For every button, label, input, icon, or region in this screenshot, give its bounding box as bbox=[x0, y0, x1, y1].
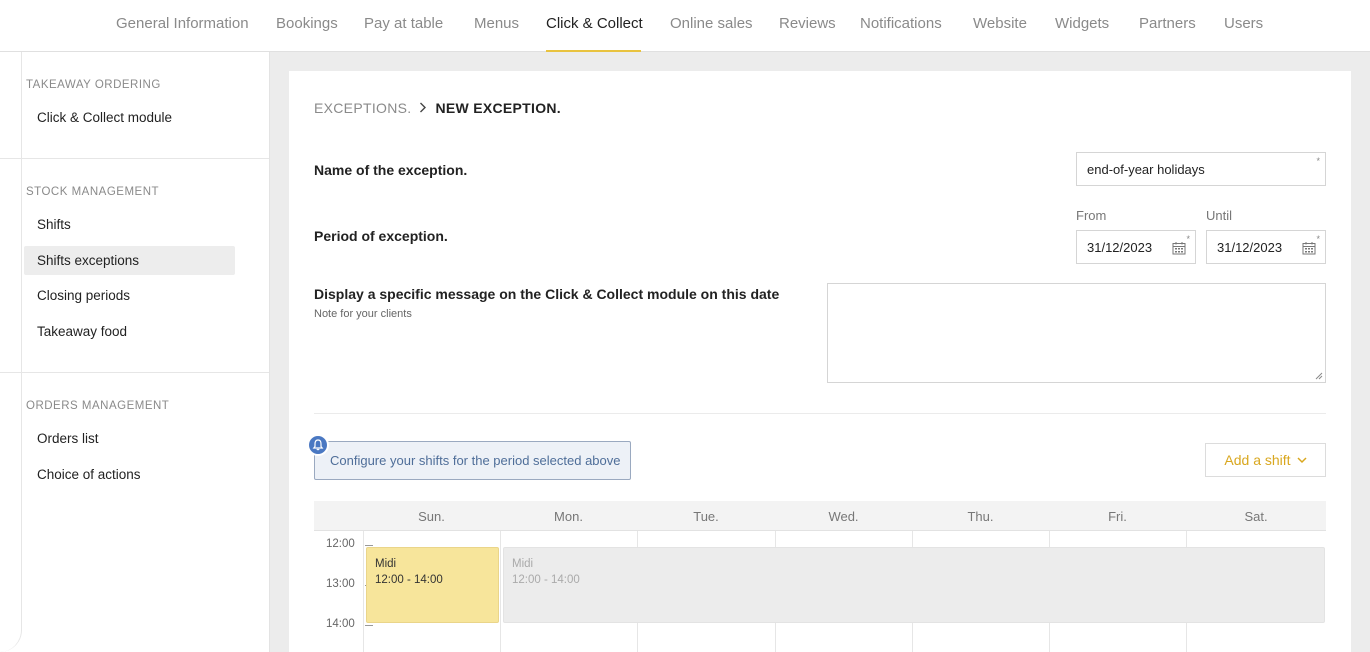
sidebar-item-takeaway-food[interactable]: Takeaway food bbox=[24, 317, 235, 346]
chevron-right-icon bbox=[419, 101, 427, 116]
time-label-13: 13:00 bbox=[326, 578, 355, 590]
sidebar-item-orders-list[interactable]: Orders list bbox=[24, 424, 235, 453]
time-tick bbox=[365, 545, 373, 546]
day-header-thu: Thu. bbox=[967, 509, 994, 524]
message-textarea[interactable] bbox=[827, 283, 1326, 383]
calendar-grid: 12:00 13:00 14:00 Midi 12:00 - 14:00 Mid… bbox=[314, 531, 1326, 652]
from-label: From bbox=[1076, 208, 1107, 223]
sidebar-item-closing-periods[interactable]: Closing periods bbox=[24, 281, 235, 310]
grid-line bbox=[500, 531, 501, 652]
tab-widgets[interactable]: Widgets bbox=[1055, 0, 1109, 52]
section-divider bbox=[314, 413, 1326, 414]
resize-grip-icon[interactable] bbox=[1314, 371, 1323, 380]
period-label: Period of exception. bbox=[314, 228, 448, 244]
tab-website[interactable]: Website bbox=[973, 0, 1027, 52]
day-header-tue: Tue. bbox=[693, 509, 719, 524]
breadcrumb-parent[interactable]: EXCEPTIONS. bbox=[314, 100, 411, 116]
calendar-header: Sun. Mon. Tue. Wed. Thu. Fri. Sat. bbox=[314, 501, 1326, 531]
top-navigation: General Information Bookings Pay at tabl… bbox=[0, 0, 1370, 52]
message-label: Display a specific message on the Click … bbox=[314, 286, 780, 302]
shift-event-time: 12:00 - 14:00 bbox=[375, 574, 443, 586]
required-mark: * bbox=[1186, 234, 1190, 244]
section-title-stock-management: STOCK MANAGEMENT bbox=[26, 186, 160, 198]
until-date-input[interactable]: 31/12/2023 * bbox=[1206, 230, 1326, 264]
time-tick bbox=[365, 625, 373, 626]
add-shift-button[interactable]: Add a shift bbox=[1205, 443, 1326, 477]
tab-click-collect[interactable]: Click & Collect bbox=[546, 0, 643, 52]
required-mark: * bbox=[1316, 156, 1320, 166]
from-date-value: 31/12/2023 bbox=[1087, 239, 1153, 255]
tab-general-information[interactable]: General Information bbox=[116, 0, 249, 52]
shift-event-time: 12:00 - 14:00 bbox=[512, 574, 580, 586]
calendar-icon[interactable] bbox=[1302, 241, 1316, 255]
day-header-sun: Sun. bbox=[418, 509, 445, 524]
sidebar-item-click-collect-module[interactable]: Click & Collect module bbox=[24, 103, 235, 132]
until-label: Until bbox=[1206, 208, 1233, 223]
tab-online-sales[interactable]: Online sales bbox=[670, 0, 753, 52]
required-mark: * bbox=[1316, 234, 1320, 244]
exception-name-label: Name of the exception. bbox=[314, 162, 468, 178]
shift-event-name: Midi bbox=[375, 558, 397, 570]
section-title-orders-management: ORDERS MANAGEMENT bbox=[26, 400, 170, 412]
tab-notifications[interactable]: Notifications bbox=[860, 0, 942, 52]
shift-event-name: Midi bbox=[512, 558, 534, 570]
tab-menus[interactable]: Menus bbox=[474, 0, 519, 52]
grid-line bbox=[363, 531, 364, 652]
tab-bookings[interactable]: Bookings bbox=[276, 0, 338, 52]
breadcrumb-current: NEW EXCEPTION. bbox=[435, 100, 561, 116]
day-header-sat: Sat. bbox=[1244, 509, 1268, 524]
sidebar-divider bbox=[0, 372, 269, 373]
sidebar-item-choice-of-actions[interactable]: Choice of actions bbox=[24, 460, 235, 489]
calendar-icon[interactable] bbox=[1172, 241, 1186, 255]
day-header-mon: Mon. bbox=[554, 509, 583, 524]
breadcrumb: EXCEPTIONS. NEW EXCEPTION. bbox=[314, 100, 561, 116]
shift-event-weekdays[interactable]: Midi 12:00 - 14:00 bbox=[503, 547, 1325, 623]
add-shift-label: Add a shift bbox=[1224, 452, 1291, 468]
from-date-input[interactable]: 31/12/2023 * bbox=[1076, 230, 1196, 264]
sidebar-item-shifts[interactable]: Shifts bbox=[24, 210, 235, 239]
sidebar-edge bbox=[0, 52, 22, 652]
exception-name-input[interactable]: end-of-year holidays * bbox=[1076, 152, 1326, 186]
day-header-fri: Fri. bbox=[1108, 509, 1127, 524]
section-title-takeaway-ordering: TAKEAWAY ORDERING bbox=[26, 79, 161, 91]
until-date-value: 31/12/2023 bbox=[1217, 239, 1283, 255]
tab-reviews[interactable]: Reviews bbox=[779, 0, 836, 52]
sidebar: TAKEAWAY ORDERING Click & Collect module… bbox=[0, 52, 270, 652]
tab-users[interactable]: Users bbox=[1224, 0, 1263, 52]
shift-event-sunday[interactable]: Midi 12:00 - 14:00 bbox=[366, 547, 499, 623]
message-note: Note for your clients bbox=[314, 308, 412, 320]
sidebar-item-shifts-exceptions[interactable]: Shifts exceptions bbox=[24, 246, 235, 275]
time-label-14: 14:00 bbox=[326, 618, 355, 630]
shifts-info-box: Configure your shifts for the period sel… bbox=[314, 441, 631, 480]
time-label-12: 12:00 bbox=[326, 538, 355, 550]
bell-icon bbox=[307, 434, 329, 456]
exception-name-value: end-of-year holidays bbox=[1087, 161, 1205, 177]
tab-partners[interactable]: Partners bbox=[1139, 0, 1196, 52]
main-card: EXCEPTIONS. NEW EXCEPTION. Name of the e… bbox=[289, 71, 1351, 652]
sidebar-divider bbox=[0, 158, 269, 159]
day-header-wed: Wed. bbox=[828, 509, 859, 524]
chevron-down-icon bbox=[1297, 456, 1307, 463]
tab-pay-at-table[interactable]: Pay at table bbox=[364, 0, 443, 52]
